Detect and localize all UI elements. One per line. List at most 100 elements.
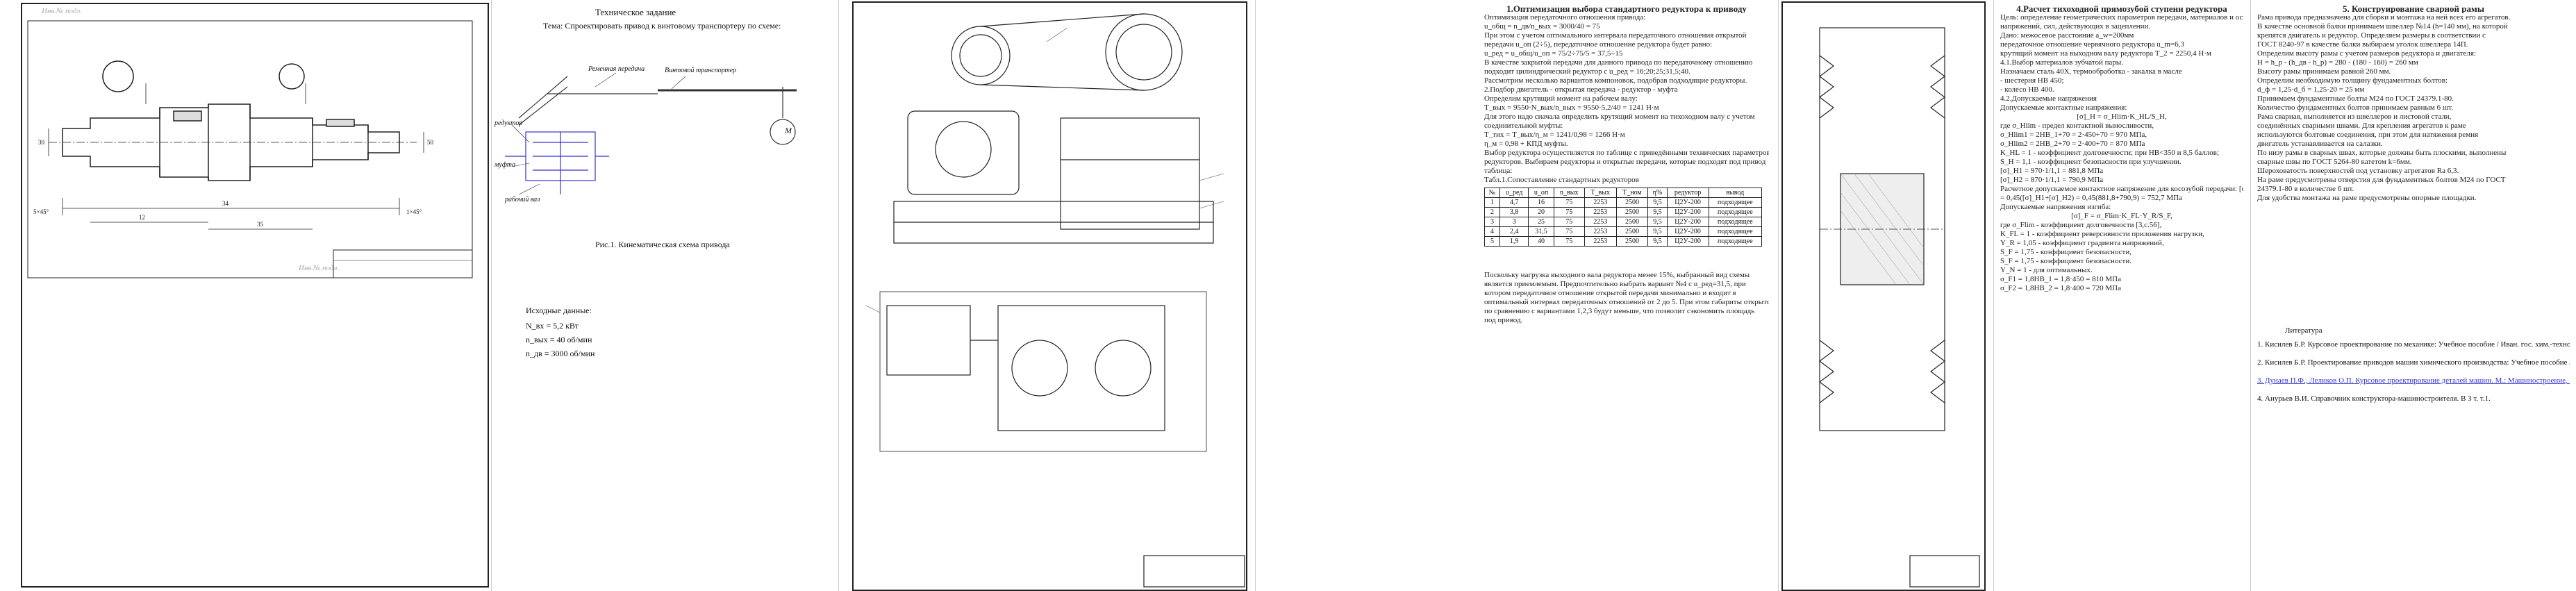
text-line: = 0,45([σ]_H1+[σ]_H2) = 0,45(881,8+790,9…: [2000, 194, 2182, 202]
text-line: Определим высоту рамы с учетом размеров …: [2257, 49, 2476, 58]
page-title: Техническое задание: [595, 7, 676, 17]
table-header: №: [1484, 188, 1500, 198]
text-line: Определим крутящий момент на рабочем вал…: [1484, 94, 1638, 103]
references: Литература 1. Кисилев Б.Р. Курсовое прое…: [2257, 326, 2570, 403]
text-line: котором передаточное отношение открытой …: [1484, 289, 1736, 297]
table-cell: 2500: [1615, 207, 1649, 217]
table-cell: подходящее: [1708, 236, 1763, 247]
table-cell: Ц2У-200: [1666, 236, 1709, 247]
table-header: T_ном: [1615, 188, 1649, 198]
text-line: σ_Hlim1 = 2HB_1+70 = 2·450+70 = 970 МПа,: [2000, 131, 2147, 139]
pulley-drawing: [1819, 27, 1980, 588]
text-line: Рама привода предназначена для сборки и …: [2257, 13, 2511, 22]
text-line: При этом с учетом оптимального интервала…: [1484, 31, 1747, 40]
table-cell: 1: [1484, 197, 1500, 208]
text-line: Расчетное допускаемое контактное напряже…: [2000, 185, 2243, 193]
label-belt: Ременная передача: [588, 65, 645, 73]
figure-caption: Рис.1. Кинематическая схема привода: [595, 240, 730, 249]
text-line: По низу рамы в сварных швах, которые дол…: [2257, 149, 2507, 157]
label-screw: Винтовой транспортер: [665, 67, 737, 74]
table-cell: подходящее: [1708, 217, 1763, 227]
table-cell: подходящее: [1708, 197, 1763, 208]
sheet-divider: [1993, 0, 1994, 591]
text-line: напряжений, сил, действующих в зацеплени…: [2000, 22, 2151, 31]
table-cell: Ц2У-200: [1666, 207, 1709, 217]
text-line: ГОСТ 8240-97 в качестве балки выбираем у…: [2257, 40, 2468, 49]
text-line: [σ]_H1 = 970·1/1,1 = 881,8 МПа: [2000, 167, 2104, 175]
text-line: соединительной муфты:: [1484, 122, 1563, 130]
text-line: На раме предусмотрены отверстия для фунд…: [2257, 176, 2506, 184]
text-line: 24379.1-80 в количестве 6 шт.: [2257, 185, 2354, 193]
reference-item[interactable]: 3. Дунаев П.Ф., Леликов О.П. Курсовое пр…: [2257, 376, 2570, 385]
kinematic-scheme: [505, 72, 797, 195]
text-line: Назначаем сталь 40Х, термообработка - за…: [2000, 67, 2182, 76]
text-line: Количество фундаментных болтов принимаем…: [2257, 103, 2454, 112]
text-line: Рама сварная, выполняется из швеллеров и…: [2257, 113, 2452, 121]
text-line: Y_N = 1 - для оптимальных.: [2000, 266, 2093, 274]
table-cell: 2: [1484, 207, 1500, 217]
text-line: Табл.1.Сопоставление стандартных редукто…: [1484, 176, 1639, 184]
text-line: где σ_Hlim - предел контактной выносливо…: [2000, 122, 2154, 130]
table-cell: 3: [1484, 217, 1500, 227]
text-line: является приемлемым. Предпочтительно выб…: [1484, 280, 1746, 288]
table-cell: 2,4: [1499, 226, 1529, 237]
text-line: σ_F1 = 1,8HB_1 = 1,8·450 = 810 МПа: [2000, 275, 2121, 283]
text-line: Дано: межосевое расстояние a_w=200мм: [2000, 31, 2134, 40]
table-cell: 75: [1553, 226, 1585, 237]
table-row: 4 2,4 31,5 75 2253 2500 9,5 Ц2У-200 подходящее: [1484, 226, 1763, 237]
label-shaft: рабочий вал: [505, 196, 540, 203]
sheet-divider: [491, 0, 492, 591]
text-line: η_м = 0,98 + КПД муфты.: [1484, 140, 1568, 148]
sheet-technical-task: Техническое задание Тема: Спроектировать…: [491, 0, 838, 591]
table-cell: 2253: [1584, 217, 1617, 227]
table-cell: Ц2У-200: [1666, 217, 1709, 227]
table-cell: 75: [1553, 207, 1585, 217]
shaft-drawing: [27, 20, 473, 278]
text-line: u_общ = n_дв/n_вых = 3000/40 = 75: [1484, 22, 1600, 31]
table-row: 2 3,8 20 75 2253 2500 9,5 Ц2У-200 подходящее: [1484, 207, 1763, 217]
table-cell: 4: [1484, 226, 1500, 237]
dim-35: 35: [257, 221, 263, 228]
given-n-motor: n_дв = 3000 об/мин: [526, 349, 595, 358]
table-cell: 40: [1528, 236, 1554, 247]
references-title: Литература: [2285, 326, 2322, 335]
table-cell: 2253: [1584, 236, 1617, 247]
table-row: 3 3 25 75 2253 2500 9,5 Ц2У-200 подходящее: [1484, 217, 1763, 227]
table-header-row: № u_ред u_оп n_вых T_вых T_ном η% редукт…: [1484, 188, 1763, 198]
label-gear: редуктор: [495, 119, 523, 127]
table-row: 5 1,9 40 75 2253 2500 9,5 Ц2У-200 подходящее: [1484, 236, 1763, 247]
label-motor: М: [785, 126, 792, 135]
reducer-table: № u_ред u_оп n_вых T_вых T_ном η% редукт…: [1484, 188, 1763, 247]
text-line: Оптимизация передаточного отношения прив…: [1484, 13, 1646, 22]
table-cell: 3,8: [1499, 207, 1529, 217]
text-line: S_H = 1,1 - коэффициент безопасности при…: [2000, 158, 2182, 166]
table-cell: 3: [1499, 217, 1529, 227]
table-header: u_ред: [1499, 188, 1529, 198]
table-header: редуктор: [1666, 188, 1709, 198]
sheet-divider: [2250, 0, 2251, 591]
selection-conclusion: Поскольку нагрузка выходного вала редукт…: [1484, 271, 1769, 325]
reference-item: 2. Кисилев Б.Р. Проектирование приводов …: [2257, 358, 2570, 367]
section-gear-calculation: 4.Расчет тихоходной прямозубой ступени р…: [2000, 4, 2243, 293]
table-cell: 9,5: [1647, 207, 1668, 217]
table-header: η%: [1647, 188, 1668, 198]
dim-chamfer-1: 5×45°: [33, 208, 49, 215]
table-cell: 75: [1553, 217, 1585, 227]
text-line: σ_Hlim2 = 2HB_2+70 = 2·400+70 = 870 МПа: [2000, 140, 2145, 148]
table-cell: 2253: [1584, 197, 1617, 208]
section-title: 4.Расчет тихоходной прямозубой ступени р…: [2016, 4, 2227, 13]
text-line: [σ]_H = σ_Hlim·K_HL/S_H,: [2077, 113, 2167, 121]
table-header: u_оп: [1528, 188, 1554, 198]
text-line: Высоту рамы принимаем равной 260 мм.: [2257, 67, 2391, 76]
text-line: оптимальный интервал передаточных отноше…: [1484, 298, 1769, 306]
text-line: используются болтовые соединения, при эт…: [2257, 131, 2479, 139]
text-line: T_вых = 9550·N_вых/n_вых = 9550·5,2/40 =…: [1484, 103, 1659, 112]
text-line: Определим необходимую толщину фундаментн…: [2257, 76, 2448, 85]
reference-item: 1. Кисилев Б.Р. Курсовое проектирование …: [2257, 340, 2570, 349]
table-cell: 25: [1528, 217, 1554, 227]
text-line: таблица:: [1484, 167, 1513, 175]
table-cell: 9,5: [1647, 197, 1668, 208]
text-line: 2.Подбор двигатель - открытая передача -…: [1484, 85, 1678, 94]
text-line: подходит цилиндрический редуктор с u_ред…: [1484, 67, 1690, 76]
table-header: вывод: [1708, 188, 1763, 198]
